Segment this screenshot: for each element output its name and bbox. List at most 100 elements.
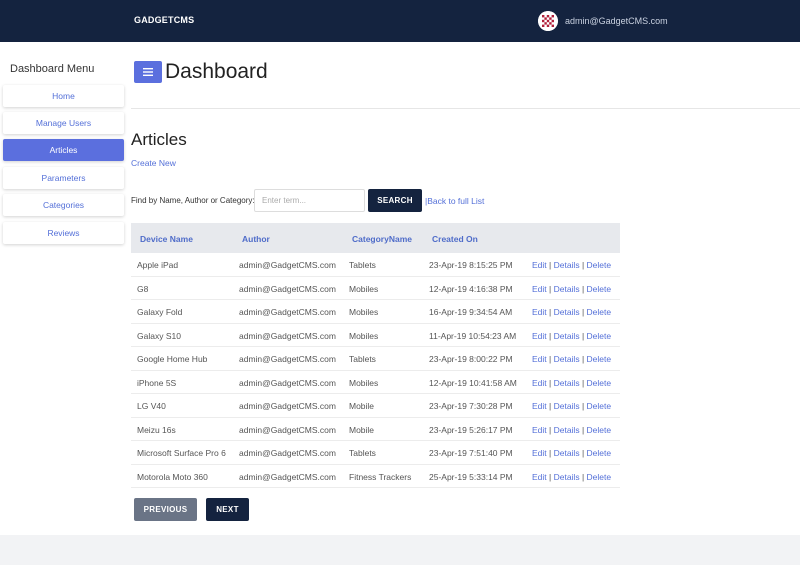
main-content: Dashboard Articles Create New Find by Na… (127, 42, 800, 535)
menu-toggle-button[interactable] (134, 61, 162, 83)
row-actions: Edit | Details | Delete (532, 331, 611, 341)
action-separator: | (579, 471, 587, 482)
details-link[interactable]: Details (554, 401, 580, 411)
search-input[interactable] (254, 189, 365, 212)
delete-link[interactable]: Delete (587, 378, 612, 388)
action-separator: | (546, 401, 554, 411)
delete-link[interactable]: Delete (587, 260, 612, 270)
edit-link[interactable]: Edit (532, 378, 547, 388)
row-actions: Edit | Details | Delete (532, 378, 611, 388)
avatar-icon[interactable] (538, 11, 558, 31)
author-cell: admin@GadgetCMS.com (239, 424, 336, 435)
edit-link[interactable]: Edit (532, 425, 547, 435)
table-row: Apple iPad admin@GadgetCMS.com Tablets 23-A… (131, 253, 620, 277)
action-separator: | (579, 283, 587, 294)
sidebar-item-parameters[interactable]: Parameters (3, 167, 124, 189)
create-new-link[interactable]: Create New (131, 158, 176, 168)
details-link[interactable]: Details (554, 378, 580, 388)
category-cell: Tablets (349, 448, 376, 458)
delete-link[interactable]: Delete (587, 284, 612, 294)
sidebar-item-home[interactable]: Home (3, 85, 124, 107)
column-header-created-on[interactable]: Created On (432, 234, 478, 244)
brand-logo[interactable]: GADGETCMS (134, 15, 194, 25)
delete-link[interactable]: Delete (587, 307, 612, 317)
edit-link[interactable]: Edit (532, 354, 547, 364)
action-separator: | (579, 260, 587, 270)
details-link[interactable]: Details (554, 472, 580, 482)
action-separator: | (546, 283, 554, 294)
row-actions: Edit | Details | Delete (532, 284, 611, 294)
created-on-cell: 23-Apr-19 5:26:17 PM (429, 424, 513, 435)
category-cell: Tablets (349, 354, 376, 364)
device-name-cell: iPhone 5S (137, 377, 177, 388)
edit-link[interactable]: Edit (532, 448, 547, 458)
delete-link[interactable]: Delete (587, 425, 612, 435)
device-name-cell: Motorola Moto 360 (137, 471, 208, 482)
column-header-device-name[interactable]: Device Name (140, 234, 193, 244)
table-row: Meizu 16s admin@GadgetCMS.com Mobile 23-Apr… (131, 418, 620, 441)
details-link[interactable]: Details (554, 331, 580, 341)
row-actions: Edit | Details | Delete (532, 354, 611, 364)
edit-link[interactable]: Edit (532, 260, 547, 270)
action-separator: | (579, 354, 587, 364)
details-link[interactable]: Details (554, 354, 580, 364)
edit-link[interactable]: Edit (532, 472, 547, 482)
category-cell: Mobile (349, 401, 375, 411)
sidebar-item-manage-users[interactable]: Manage Users (3, 112, 124, 134)
next-button[interactable]: NEXT (206, 498, 249, 521)
device-name-cell: G8 (137, 283, 149, 294)
user-menu[interactable]: admin@GadgetCMS.com (538, 11, 668, 31)
row-actions: Edit | Details | Delete (532, 472, 611, 482)
action-separator: | (579, 377, 587, 388)
divider (131, 108, 800, 109)
device-name-cell: Google Home Hub (137, 354, 208, 364)
edit-link[interactable]: Edit (532, 284, 547, 294)
details-link[interactable]: Details (554, 307, 580, 317)
author-cell: admin@GadgetCMS.com (239, 283, 336, 294)
table-row: iPhone 5S admin@GadgetCMS.com Mobiles 12-Ap… (131, 371, 620, 394)
edit-link[interactable]: Edit (532, 331, 547, 341)
author-cell: admin@GadgetCMS.com (239, 260, 336, 270)
table-row: Galaxy Fold admin@GadgetCMS.com Mobiles 16-… (131, 300, 620, 324)
details-link[interactable]: Details (554, 425, 580, 435)
edit-link[interactable]: Edit (532, 307, 547, 317)
created-on-cell: 23-Apr-19 7:51:40 PM (429, 448, 513, 458)
sidebar-item-categories[interactable]: Categories (3, 194, 124, 216)
created-on-cell: 25-Apr-19 5:33:14 PM (429, 471, 513, 482)
table-body: Apple iPad admin@GadgetCMS.com Tablets 23-A… (131, 253, 620, 488)
details-link[interactable]: Details (554, 448, 580, 458)
created-on-cell: 23-Apr-19 8:15:25 PM (429, 260, 513, 270)
sidebar-title: Dashboard Menu (10, 63, 95, 75)
sidebar-item-reviews[interactable]: Reviews (3, 222, 124, 244)
footer (0, 535, 800, 565)
details-link[interactable]: Details (554, 284, 580, 294)
edit-link[interactable]: Edit (532, 401, 547, 411)
created-on-cell: 23-Apr-19 8:00:22 PM (429, 354, 513, 364)
author-cell: admin@GadgetCMS.com (239, 307, 336, 317)
author-cell: admin@GadgetCMS.com (239, 354, 336, 364)
previous-button[interactable]: PREVIOUS (134, 498, 197, 521)
table-row: LG V40 admin@GadgetCMS.com Mobile 23-Apr-19… (131, 394, 620, 418)
column-header-category-name[interactable]: CategoryName (352, 234, 412, 244)
user-email[interactable]: admin@GadgetCMS.com (565, 16, 668, 26)
sidebar-item-articles[interactable]: Articles (3, 139, 124, 161)
details-link[interactable]: Details (554, 260, 580, 270)
search-button[interactable]: SEARCH (368, 189, 422, 212)
delete-link[interactable]: Delete (587, 472, 612, 482)
delete-link[interactable]: Delete (587, 401, 612, 411)
back-to-list-link[interactable]: |Back to full List (425, 196, 484, 206)
row-actions: Edit | Details | Delete (532, 448, 611, 458)
action-separator: | (579, 330, 587, 341)
device-name-cell: Microsoft Surface Pro 6 (137, 448, 226, 458)
author-cell: admin@GadgetCMS.com (239, 401, 336, 411)
row-actions: Edit | Details | Delete (532, 260, 611, 270)
delete-link[interactable]: Delete (587, 354, 612, 364)
delete-link[interactable]: Delete (587, 448, 612, 458)
category-cell: Fitness Trackers (349, 471, 412, 482)
category-cell: Mobile (349, 424, 375, 435)
column-header-author[interactable]: Author (242, 234, 270, 244)
device-name-cell: Galaxy S10 (137, 330, 181, 341)
page-title: Dashboard (165, 60, 268, 83)
delete-link[interactable]: Delete (587, 331, 612, 341)
row-actions: Edit | Details | Delete (532, 425, 611, 435)
